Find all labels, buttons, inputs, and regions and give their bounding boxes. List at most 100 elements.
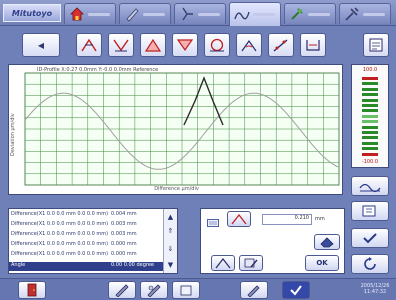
load-button[interactable]	[172, 281, 200, 299]
valley-analysis-button[interactable]	[108, 33, 134, 57]
stylus-button[interactable]	[240, 281, 268, 299]
waveform-button[interactable]	[351, 176, 389, 196]
profile-icon	[234, 11, 250, 19]
meter-segment	[362, 120, 378, 124]
unit-label: mm	[315, 216, 325, 222]
graph-canvas	[24, 72, 340, 186]
valley-icon	[113, 39, 129, 52]
depth-icon	[176, 39, 194, 52]
graph-header: ID-Profile X:0.27 0.0mm Y:-0.0 0.0mm Ref…	[37, 67, 159, 73]
list-item[interactable]: Difference(X1 0.0 0.0 mm 0.0 0.0 mm) 0.00…	[9, 221, 164, 230]
x-axis-label: Difference µm/div	[154, 186, 199, 192]
peak-analysis-button[interactable]	[140, 33, 166, 57]
level-meter: 100.0 -100.0	[351, 64, 389, 168]
exit-button[interactable]	[18, 281, 46, 299]
meter-segment	[362, 136, 378, 140]
value-input[interactable]: 0.210	[262, 214, 312, 225]
check-icon	[363, 233, 377, 244]
scroll-down-icon[interactable]: ▼	[165, 259, 176, 271]
result-list[interactable]: Difference(X1 0.0 0.0 mm 0.0 0.0 mm) 0.00…	[8, 208, 178, 274]
measure-button[interactable]	[108, 281, 136, 299]
edit-panel: 0.210 mm OK	[200, 208, 345, 274]
list-item[interactable]: Difference(X1 0.0 0.0 mm 0.0 0.0 mm) 0.00…	[9, 251, 164, 260]
peak-icon	[144, 38, 162, 52]
home-icon	[70, 7, 84, 21]
waveform-icon	[359, 183, 381, 193]
date-time: 2005/12/26 11:47:32	[360, 283, 390, 295]
profile-mode-button[interactable]	[227, 211, 251, 227]
depth-analysis-button[interactable]	[172, 33, 198, 57]
list-scrollbar[interactable]: ▲ ⇑ ⇓ ▼	[163, 209, 177, 273]
bottom-bar: 2005/12/26 11:47:32	[0, 278, 396, 300]
tab-settings[interactable]	[284, 3, 336, 24]
meter-segment	[362, 82, 378, 86]
tab-probe[interactable]	[119, 3, 171, 24]
draw-profile-icon	[215, 258, 231, 269]
toolbar: ◀	[0, 28, 396, 62]
meter-segment	[362, 109, 378, 113]
tab-home[interactable]	[64, 3, 116, 24]
report-icon	[369, 38, 383, 52]
next-button[interactable]	[282, 281, 310, 299]
save-icon	[147, 284, 161, 297]
distance-analysis-button[interactable]	[300, 33, 326, 57]
meter-segment	[362, 87, 378, 91]
scroll-bottom-icon[interactable]: ⇓	[165, 243, 176, 255]
meter-segment	[362, 141, 378, 145]
next-check-icon	[290, 285, 302, 296]
keyboard-icon[interactable]	[207, 213, 219, 227]
meter-segment	[362, 152, 378, 156]
distance-icon	[306, 40, 320, 51]
exit-door-icon	[27, 283, 37, 297]
angle-icon	[241, 39, 257, 52]
stylus-icon	[182, 7, 193, 21]
edit-profile-button[interactable]	[239, 255, 263, 271]
list-item[interactable]: Difference(X1 0.0 0.0 mm 0.0 0.0 mm) 0.00…	[9, 241, 164, 250]
profile-mode-icon	[231, 213, 247, 225]
draw-profile-button[interactable]	[211, 255, 235, 271]
list-item-selected[interactable]: Angle 0.00 0.00 degree	[9, 262, 164, 271]
meter-segment	[362, 131, 378, 134]
list-item[interactable]: Difference(X1 0.0 0.0 mm 0.0 0.0 mm) 0.00…	[9, 231, 164, 240]
probe-icon	[126, 8, 139, 22]
edit-profile-icon	[244, 258, 258, 268]
tab-profile[interactable]	[229, 2, 281, 26]
tools-icon	[345, 7, 359, 21]
circle-analysis-button[interactable]	[204, 33, 230, 57]
meter-bottom-label: -100.0	[361, 159, 379, 165]
back-button[interactable]: ◀	[22, 33, 60, 57]
meter-segment	[362, 114, 378, 118]
angle-analysis-button[interactable]	[236, 33, 262, 57]
load-icon	[180, 285, 192, 296]
line-analysis-button[interactable]	[268, 33, 294, 57]
settings-icon	[291, 8, 303, 20]
report-button[interactable]	[363, 33, 389, 57]
scroll-up-icon[interactable]: ▲	[165, 211, 176, 223]
app-logo: Mitutoyo	[3, 4, 61, 22]
circle-icon	[210, 38, 224, 52]
graph-grid	[25, 73, 339, 185]
refresh-button[interactable]	[351, 254, 389, 274]
profile-analysis-icon	[81, 38, 97, 52]
meter-segment	[362, 98, 378, 102]
meter-segment	[362, 104, 378, 107]
meter-segment	[362, 93, 378, 97]
top-tab-bar: Mitutoyo	[0, 0, 396, 26]
ok-button[interactable]: OK	[305, 255, 339, 271]
scroll-top-icon[interactable]: ⇑	[165, 225, 176, 237]
eraser-button[interactable]	[314, 234, 340, 250]
meter-segment	[362, 125, 378, 129]
list-item[interactable]: Difference(X1 0.0 0.0 mm 0.0 0.0 mm) 0.00…	[9, 211, 164, 220]
profile-analysis-button[interactable]	[76, 33, 102, 57]
meter-top-label: 100.0	[362, 67, 378, 73]
eraser-icon	[320, 237, 334, 248]
tab-stylus[interactable]	[174, 3, 226, 24]
save-button[interactable]	[140, 281, 168, 299]
measure-icon	[115, 284, 129, 297]
tab-tools[interactable]	[339, 3, 391, 24]
profile-graph[interactable]: ID-Profile X:0.27 0.0mm Y:-0.0 0.0mm Ref…	[8, 64, 343, 195]
y-axis-label: Deviation µm/div	[10, 113, 16, 157]
meter-segment	[362, 77, 378, 80]
print-button[interactable]	[351, 201, 389, 221]
check-button[interactable]	[351, 228, 389, 248]
